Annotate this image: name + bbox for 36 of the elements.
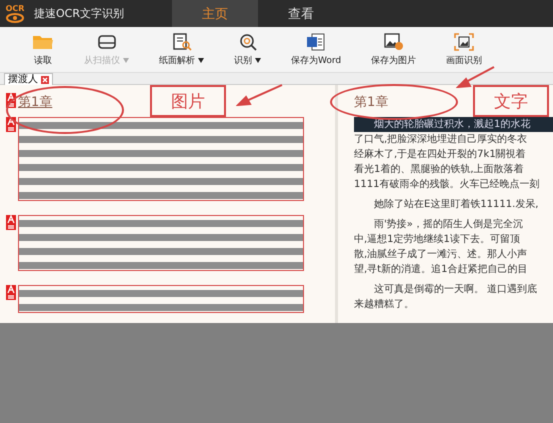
- text-line: 1111有破雨伞的残骸。火车已经晚点一刻: [354, 178, 540, 192]
- text-line: 这可真是倒霉的一天啊。 道口遇到底: [373, 282, 538, 297]
- annotation-label: 图片: [150, 85, 226, 117]
- text-line: 中,逼想1定劳地继续1读下去。可留顶: [354, 232, 521, 247]
- text-line: 来越糟糕了。: [354, 298, 415, 312]
- tab[interactable]: 主页: [172, 0, 258, 27]
- toolbar-button[interactable]: 纸面解析: [151, 27, 212, 72]
- close-icon[interactable]: [41, 76, 49, 84]
- image-icon: [382, 32, 405, 50]
- toolbar-button[interactable]: 识别: [226, 27, 269, 72]
- text-line: 望,寻t新的消遣。追1合赶紧把自己的目: [354, 262, 528, 277]
- text-line: 雨'势接»，摇的陌生人倒是完全沉: [373, 218, 524, 232]
- frame-icon: [453, 32, 476, 50]
- word-icon: [305, 32, 328, 50]
- text-line: 经麻木了,于是在四处开裂的7k1關視着: [354, 148, 527, 162]
- scanner-icon: [96, 32, 118, 50]
- text-line: 看光1着的、黑腿验的铁轨,上面散落着: [354, 162, 525, 177]
- a-marker-icon: [6, 215, 16, 230]
- toolbar-button[interactable]: 画面识别: [438, 27, 490, 72]
- annotation-label: 文字: [473, 85, 549, 117]
- chapter-heading: 第1章: [354, 94, 388, 112]
- a-marker-icon: [6, 117, 16, 132]
- ocr-logo: OCR: [3, 4, 27, 23]
- document-tab[interactable]: 摆渡人: [4, 73, 53, 85]
- toolbar-button[interactable]: 保存为图片: [363, 27, 424, 72]
- annotation-arrow: [236, 84, 284, 106]
- text-line: 了口气,把脸深深地埋进自己厚实的冬衣: [354, 132, 528, 147]
- tab[interactable]: 查看: [258, 0, 344, 27]
- app-title: 捷速OCR文字识别: [34, 6, 125, 21]
- toolbar-button[interactable]: 读取: [24, 27, 62, 72]
- a-marker-icon: [6, 285, 16, 300]
- analyze-icon: [170, 32, 192, 50]
- toolbar-button[interactable]: 保存为Word: [283, 27, 350, 72]
- text-line: 散,油腻丝子成了一滩污、述。那人小声: [354, 248, 528, 262]
- annotation-arrow: [456, 66, 496, 88]
- text-line: 她除了站在E这里盯着铁11111.发呆,: [373, 198, 540, 212]
